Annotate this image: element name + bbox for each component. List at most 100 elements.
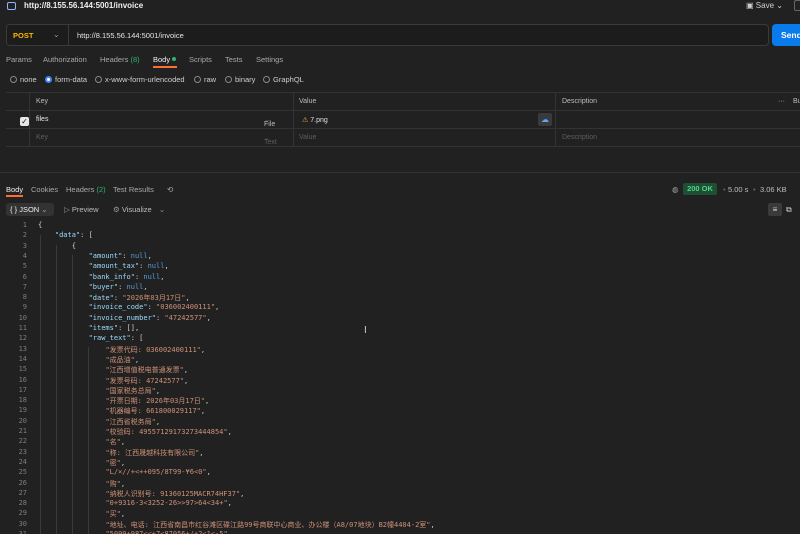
table-cell: ⚠ 7.png ☁ bbox=[294, 111, 556, 129]
line-number: 8 bbox=[22, 293, 27, 302]
globe-icon: ◍ bbox=[672, 185, 679, 194]
wrap-lines-icon[interactable]: ≡ bbox=[768, 203, 782, 216]
copy-icon[interactable]: ⧉ bbox=[786, 205, 792, 215]
radio-urlencoded[interactable]: x-www-form-urlencoded bbox=[95, 75, 185, 84]
code-line: 8 "date": "2026年03月17日", bbox=[0, 293, 800, 303]
code-text: "机器编号: 661800029117", bbox=[105, 407, 206, 416]
table-cell: Value bbox=[294, 129, 556, 147]
radio-label: raw bbox=[204, 75, 217, 84]
code-line: 12 "raw_text": [ bbox=[0, 334, 800, 344]
warning-icon: ⚠ bbox=[302, 117, 309, 124]
value-placeholder[interactable]: Value bbox=[299, 134, 316, 141]
headers-count: (8) bbox=[130, 55, 140, 64]
code-text: "地址、电话: 江西省南昌市红谷滩区碟江路99号商联中心商业、办公楼（A8/07… bbox=[105, 520, 435, 529]
request-title: http://8.155.56.144:5001/invoice bbox=[24, 1, 144, 10]
code-line: 18 "开票日期: 2026年03月17日", bbox=[0, 396, 800, 406]
table-cell: Description ··· Bu bbox=[556, 93, 800, 111]
response-body-viewer[interactable]: 1{2 "data": [3 {4 "amount": null, 5 "amou… bbox=[0, 221, 800, 534]
radio-raw[interactable]: raw bbox=[194, 75, 216, 84]
type-select[interactable]: File ⌄ bbox=[264, 116, 275, 128]
response-time[interactable]: 5.00 s bbox=[728, 185, 748, 194]
line-number: 24 bbox=[18, 457, 27, 466]
response-size[interactable]: 3.06 KB bbox=[760, 185, 787, 194]
visualize-button[interactable]: ⚙ Visualize ⌄ bbox=[113, 205, 165, 214]
code-text: "data": [ bbox=[54, 231, 93, 240]
code-text: "bank_info": null, bbox=[88, 272, 165, 281]
upload-cloud-icon[interactable]: ☁ bbox=[538, 113, 552, 126]
radio-icon bbox=[225, 76, 232, 83]
divider bbox=[0, 172, 800, 173]
tab-params[interactable]: Params bbox=[6, 55, 32, 64]
code-text: { bbox=[38, 241, 76, 250]
chevron-down-icon: ⌄ bbox=[53, 30, 60, 39]
code-line: 29 "买", bbox=[0, 509, 800, 519]
file-chip[interactable]: ⚠ 7.png bbox=[302, 116, 328, 124]
code-text: "开票日期: 2026年03月17日", bbox=[105, 397, 210, 406]
resp-tab-cookies[interactable]: Cookies bbox=[31, 185, 58, 194]
bulk-edit-link[interactable]: Bu bbox=[793, 98, 800, 105]
text-cursor-icon: I bbox=[364, 325, 367, 336]
line-number: 9 bbox=[22, 303, 27, 312]
resp-tab-headers[interactable]: Headers (2) bbox=[66, 185, 106, 194]
table-cell: Value bbox=[294, 93, 556, 111]
send-button[interactable]: Send bbox=[772, 24, 800, 46]
line-number: 20 bbox=[18, 416, 27, 425]
row-checkbox[interactable]: ✓ bbox=[20, 117, 29, 126]
more-options-icon[interactable]: ··· bbox=[778, 98, 785, 105]
description-placeholder[interactable]: Description bbox=[562, 134, 597, 141]
table-cell: Key Text ⌄ bbox=[30, 129, 294, 147]
line-number: 21 bbox=[18, 427, 27, 435]
table-cell: ✓ bbox=[6, 111, 30, 129]
chevron-down-icon: ⌄ bbox=[41, 205, 48, 214]
resp-tab-body[interactable]: Body bbox=[6, 185, 23, 194]
tab-settings[interactable]: Settings bbox=[256, 55, 283, 64]
key-placeholder[interactable]: Key bbox=[36, 134, 48, 141]
table-row-placeholder: Key Text ⌄ Value Description bbox=[6, 129, 800, 147]
code-text: "成品油", bbox=[105, 355, 140, 364]
resp-tab-test-results[interactable]: Test Results bbox=[113, 185, 154, 194]
method-select[interactable]: POST ⌄ bbox=[7, 25, 69, 45]
code-text: "raw_text": [ bbox=[88, 334, 144, 343]
code-text: { bbox=[38, 221, 43, 229]
more-icon[interactable] bbox=[794, 0, 800, 11]
key-input[interactable]: files bbox=[36, 116, 48, 123]
code-text: "购", bbox=[105, 479, 126, 488]
line-number: 11 bbox=[18, 324, 27, 332]
tab-authorization[interactable]: Authorization bbox=[43, 55, 87, 64]
radio-icon bbox=[194, 76, 201, 83]
column-value: Value bbox=[299, 98, 317, 105]
code-text: "密", bbox=[105, 458, 126, 467]
line-number: 28 bbox=[18, 499, 27, 508]
code-text: "date": "2026年03月17日", bbox=[88, 294, 190, 303]
radio-binary[interactable]: binary bbox=[225, 75, 255, 84]
save-button[interactable]: ▣ Save ⌄ bbox=[746, 1, 783, 10]
line-number: 30 bbox=[18, 519, 27, 528]
tab-scripts[interactable]: Scripts bbox=[189, 55, 212, 64]
url-input[interactable]: http://8.155.56.144:5001/invoice bbox=[77, 31, 184, 40]
code-line: 6 "bank_info": null, bbox=[0, 273, 800, 283]
code-line: 30 "地址、电话: 江西省南昌市红谷滩区碟江路99号商联中心商业、办公楼（A8… bbox=[0, 520, 800, 530]
format-select[interactable]: { } JSON ⌄ bbox=[6, 203, 54, 216]
line-number: 2 bbox=[22, 231, 27, 240]
table-cell: Description bbox=[556, 129, 800, 147]
radio-form-data[interactable]: form-data bbox=[45, 75, 87, 84]
radio-icon bbox=[263, 76, 270, 83]
code-line: 7 "buyer": null, bbox=[0, 283, 800, 293]
tab-body[interactable]: Body bbox=[153, 55, 177, 64]
radio-label: none bbox=[20, 75, 37, 84]
table-header-row: Key Value Description ··· Bu bbox=[6, 93, 800, 111]
preview-button[interactable]: ▷ Preview bbox=[64, 205, 99, 214]
code-line: 31 "5099+987<<+7<87056+/+2<1<-5", bbox=[0, 530, 800, 534]
code-text: "国家税务总局", bbox=[105, 386, 161, 395]
radio-none[interactable]: none bbox=[10, 75, 37, 84]
code-text: "buyer": null, bbox=[88, 282, 148, 291]
line-number: 19 bbox=[18, 406, 27, 415]
code-line: 5 "amount_tax": null, bbox=[0, 262, 800, 272]
code-text: "5099+987<<+7<87056+/+2<1<-5", bbox=[105, 530, 232, 534]
type-select-placeholder[interactable]: Text ⌄ bbox=[264, 134, 277, 146]
tab-headers[interactable]: Headers (8) bbox=[100, 55, 140, 64]
radio-graphql[interactable]: GraphQL bbox=[263, 75, 304, 84]
tab-tests[interactable]: Tests bbox=[225, 55, 243, 64]
history-icon[interactable]: ⟲ bbox=[167, 185, 173, 194]
status-badge[interactable]: 200 OK bbox=[683, 183, 717, 195]
